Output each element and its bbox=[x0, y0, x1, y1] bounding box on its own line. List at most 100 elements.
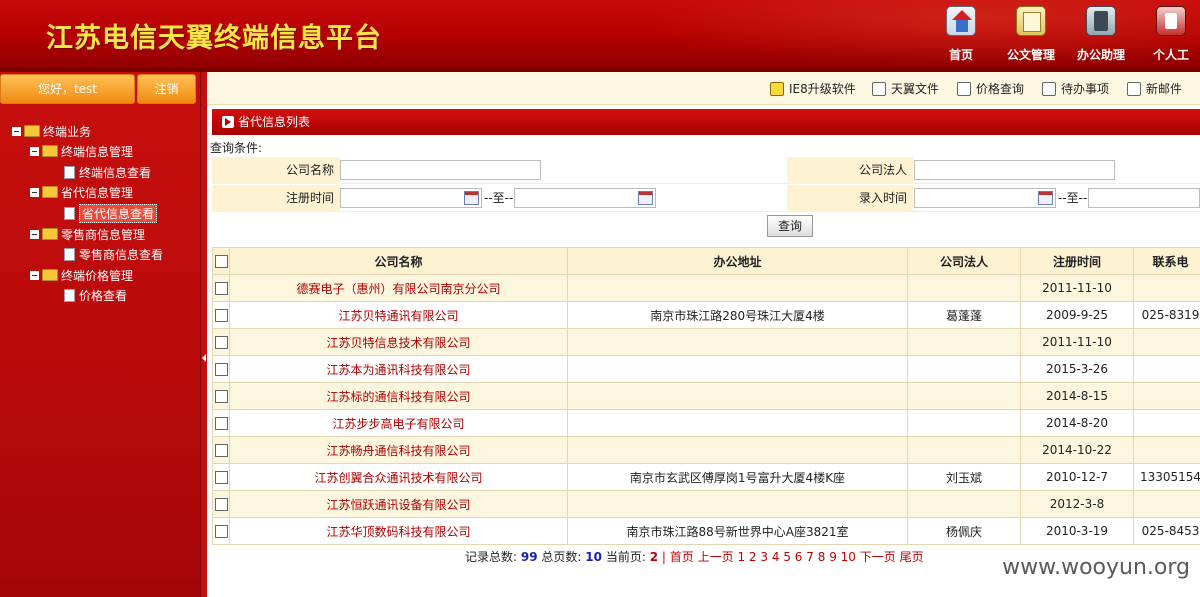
tree-item-agent-info-view[interactable]: 省代信息查看 bbox=[64, 203, 158, 223]
row-checkbox[interactable] bbox=[214, 336, 228, 349]
phone-cell: 025-8453 bbox=[1133, 517, 1200, 545]
new-mail-link[interactable]: 新邮件 bbox=[1127, 80, 1182, 97]
row-checkbox[interactable] bbox=[214, 309, 228, 322]
legal-person-cell bbox=[907, 328, 1021, 356]
col-office-address[interactable]: 办公地址 bbox=[567, 247, 908, 275]
reg-time-start-input[interactable] bbox=[340, 188, 482, 208]
sidebar-splitter[interactable] bbox=[200, 72, 207, 597]
tree-item-price-mgmt[interactable]: 终端价格管理 bbox=[30, 266, 133, 284]
reg-time-cell: 2014-8-20 bbox=[1020, 409, 1134, 437]
calendar-icon[interactable] bbox=[464, 191, 479, 205]
company-name-cell[interactable]: 江苏本为通讯科技有限公司 bbox=[229, 355, 568, 383]
table-header-row: 公司名称 办公地址 公司法人 注册时间 联系电 bbox=[212, 247, 1200, 275]
page-link[interactable]: 4 bbox=[772, 550, 780, 564]
company-name-cell[interactable]: 德赛电子（惠州）有限公司南京分公司 bbox=[229, 274, 568, 302]
row-checkbox[interactable] bbox=[214, 417, 228, 430]
sidebar: 您好，test 注销 终端业务 终端信息管理 终端信息查看 省代信息管理 省代信… bbox=[0, 72, 200, 597]
reg-time-end-input[interactable] bbox=[514, 188, 656, 208]
nav-home[interactable]: 首页 bbox=[932, 4, 990, 66]
legal-person-cell bbox=[907, 382, 1021, 410]
reg-time-cell: 2011-11-10 bbox=[1020, 328, 1134, 356]
page-link[interactable]: 8 bbox=[818, 550, 826, 564]
company-name-cell[interactable]: 江苏步步高电子有限公司 bbox=[229, 409, 568, 437]
legal-person-cell bbox=[907, 436, 1021, 464]
tree-item-terminal-info-mgmt[interactable]: 终端信息管理 bbox=[30, 142, 133, 160]
collapse-icon[interactable] bbox=[12, 126, 21, 136]
col-legal-person[interactable]: 公司法人 bbox=[907, 247, 1021, 275]
entry-time-start-input[interactable] bbox=[914, 188, 1056, 208]
company-name-cell[interactable]: 江苏创翼合众通讯技术有限公司 bbox=[229, 463, 568, 491]
first-page-link[interactable]: 首页 bbox=[670, 550, 694, 564]
price-icon bbox=[957, 81, 971, 96]
select-all-checkbox[interactable] bbox=[214, 255, 228, 268]
arrow-right-icon bbox=[222, 116, 234, 128]
ie8-upgrade-link[interactable]: IE8升级软件 bbox=[770, 80, 856, 97]
price-query-link[interactable]: 价格查询 bbox=[957, 80, 1024, 97]
row-checkbox[interactable] bbox=[214, 444, 228, 457]
tree-item-retailer-info-view[interactable]: 零售商信息查看 bbox=[64, 245, 163, 263]
company-name-cell[interactable]: 江苏恒跃通讯设备有限公司 bbox=[229, 490, 568, 518]
toolbar: IE8升级软件 天翼文件 价格查询 待办事项 新邮件 bbox=[207, 72, 1200, 105]
select-all-cell bbox=[212, 247, 230, 275]
company-name-cell[interactable]: 江苏华顶数码科技有限公司 bbox=[229, 517, 568, 545]
collapse-icon[interactable] bbox=[30, 270, 39, 280]
tree-item-agent-info-mgmt[interactable]: 省代信息管理 bbox=[30, 183, 133, 201]
logout-button[interactable]: 注销 bbox=[137, 74, 196, 104]
nav-document-management[interactable]: 公文管理 bbox=[1002, 4, 1060, 66]
company-name-cell[interactable]: 江苏标的通信科技有限公司 bbox=[229, 382, 568, 410]
page-link[interactable]: 9 bbox=[829, 550, 837, 564]
select-cell bbox=[212, 409, 230, 437]
company-name-input[interactable] bbox=[340, 160, 541, 180]
folder-icon bbox=[42, 186, 58, 198]
calendar-icon[interactable] bbox=[1038, 191, 1053, 205]
collapse-icon[interactable] bbox=[30, 187, 39, 197]
nav-personal-label: 个人工 bbox=[1152, 48, 1189, 62]
row-checkbox[interactable] bbox=[214, 498, 228, 511]
company-name-cell[interactable]: 江苏贝特通讯有限公司 bbox=[229, 301, 568, 329]
page-link[interactable]: 6 bbox=[795, 550, 803, 564]
company-name-cell[interactable]: 江苏贝特信息技术有限公司 bbox=[229, 328, 568, 356]
company-name-cell[interactable]: 江苏畅舟通信科技有限公司 bbox=[229, 436, 568, 464]
page-link[interactable]: 10 bbox=[841, 550, 856, 564]
person-icon bbox=[1156, 6, 1186, 36]
nav-office-assistant[interactable]: 办公助理 bbox=[1072, 4, 1130, 66]
todo-link[interactable]: 待办事项 bbox=[1042, 80, 1109, 97]
collapse-icon[interactable] bbox=[30, 146, 39, 156]
col-company-name[interactable]: 公司名称 bbox=[229, 247, 568, 275]
row-checkbox[interactable] bbox=[214, 282, 228, 295]
row-checkbox[interactable] bbox=[214, 363, 228, 376]
page-link[interactable]: 2 bbox=[749, 550, 757, 564]
page-link[interactable]: 3 bbox=[760, 550, 768, 564]
prev-page-link[interactable]: 上一页 bbox=[698, 550, 734, 564]
tree-item-terminal-info-view[interactable]: 终端信息查看 bbox=[64, 163, 151, 181]
todo-icon bbox=[1042, 81, 1056, 96]
calendar-icon[interactable] bbox=[638, 191, 653, 205]
last-page-link[interactable]: 尾页 bbox=[900, 550, 924, 564]
row-checkbox[interactable] bbox=[214, 390, 228, 403]
tree-item-price-view[interactable]: 价格查看 bbox=[64, 286, 127, 304]
col-phone[interactable]: 联系电 bbox=[1133, 247, 1200, 275]
nav-document-label: 公文管理 bbox=[1006, 48, 1055, 62]
nav-office-label: 办公助理 bbox=[1076, 48, 1125, 62]
phone-cell: 025-8319 bbox=[1133, 301, 1200, 329]
page-link[interactable]: 5 bbox=[783, 550, 791, 564]
nav-personal[interactable]: 个人工 bbox=[1142, 4, 1200, 66]
search-button[interactable]: 查询 bbox=[767, 215, 813, 237]
select-cell bbox=[212, 274, 230, 302]
tianyi-files-link[interactable]: 天翼文件 bbox=[872, 80, 939, 97]
legal-person-input[interactable] bbox=[914, 160, 1115, 180]
page-link[interactable]: 1 bbox=[737, 550, 745, 564]
row-checkbox[interactable] bbox=[214, 525, 228, 538]
entry-time-end-input[interactable] bbox=[1088, 188, 1200, 208]
col-reg-time[interactable]: 注册时间 bbox=[1020, 247, 1134, 275]
table-row: 江苏标的通信科技有限公司 2014-8-15 bbox=[212, 382, 1200, 410]
table-row: 江苏步步高电子有限公司 2014-8-20 bbox=[212, 409, 1200, 437]
tree-item-terminal-business[interactable]: 终端业务 bbox=[12, 122, 91, 140]
row-checkbox[interactable] bbox=[214, 471, 228, 484]
next-page-link[interactable]: 下一页 bbox=[860, 550, 896, 564]
page-link[interactable]: 7 bbox=[806, 550, 814, 564]
tree-item-retailer-info-mgmt[interactable]: 零售商信息管理 bbox=[30, 225, 145, 243]
legal-person-cell bbox=[907, 355, 1021, 383]
collapse-icon[interactable] bbox=[30, 229, 39, 239]
table-row: 江苏贝特信息技术有限公司 2011-11-10 bbox=[212, 328, 1200, 356]
